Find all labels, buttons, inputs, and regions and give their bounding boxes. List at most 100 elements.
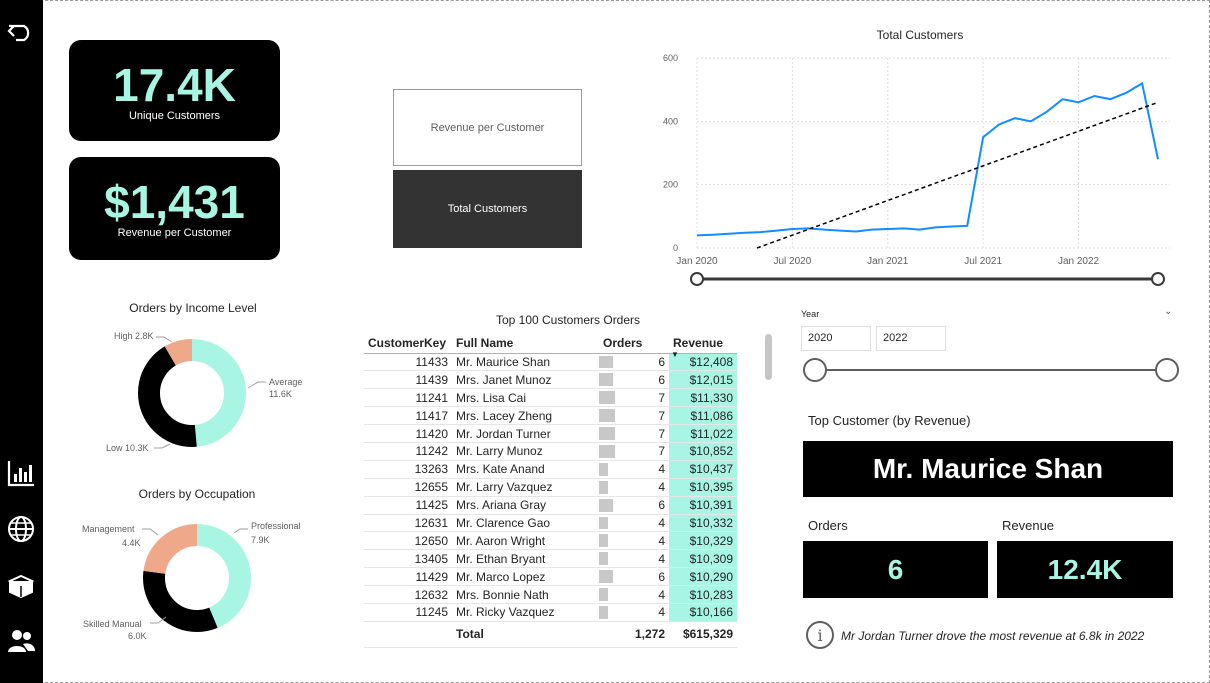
table-row[interactable]: 11242 Mr. Larry Munoz 7 $10,852 (364, 442, 737, 461)
cell-customerkey: 11245 (364, 603, 452, 622)
table-row[interactable]: 12655 Mr. Larry Vazquez 4 $10,395 (364, 478, 737, 497)
cell-revenue: $10,329 (669, 531, 737, 551)
cell-full-name: Mr. Maurice Shan (452, 353, 599, 372)
orders-databar (599, 409, 615, 423)
top-customer-name: Mr. Maurice Shan (803, 441, 1173, 497)
orders-databar (599, 462, 609, 476)
date-slider-end-handle[interactable] (1151, 272, 1165, 286)
cell-full-name: Mr. Jordan Turner (452, 424, 599, 443)
year-slider-end-handle[interactable] (1155, 358, 1179, 382)
table-row[interactable]: 12632 Mrs. Bonnie Nath 4 $10,283 (364, 585, 737, 604)
chevron-down-icon[interactable]: ⌄ (1164, 306, 1172, 317)
cell-full-name: Mrs. Bonnie Nath (452, 585, 599, 604)
insight-text: Mr Jordan Turner drove the most revenue … (841, 629, 1145, 643)
cell-orders: 7 (599, 388, 669, 408)
table-row[interactable]: 11433 Mr. Maurice Shan 6 $12,408 (364, 353, 737, 372)
table-row[interactable]: 11425 Mrs. Ariana Gray 6 $10,391 (364, 496, 737, 515)
total-customers-line-chart: 600 400 200 0 Jan 2020 Jul 2020 Jan 2021 Jul 20… (663, 53, 1170, 286)
table-row[interactable]: 11241 Mrs. Lisa Cai 7 $11,330 (364, 388, 737, 408)
year-slicer-label: Year (801, 309, 820, 319)
table-header-row: CustomerKey Full Name Orders Revenue ▼ (364, 333, 737, 359)
cell-customerkey: 11242 (364, 442, 452, 461)
bar-chart-icon[interactable] (4, 456, 38, 490)
cell-customerkey: 11433 (364, 353, 452, 372)
cell-full-name: Mrs. Lisa Cai (452, 388, 599, 408)
revenue-per-customer-button[interactable]: Revenue per Customer (393, 89, 582, 166)
revenue-per-customer-value: $1,431 (104, 176, 245, 228)
y-tick-label: 400 (663, 116, 678, 126)
top-customer-orders-label: Orders (808, 518, 848, 533)
col-full-name[interactable]: Full Name (452, 333, 599, 354)
cell-revenue: $10,852 (669, 442, 737, 461)
cell-orders: 6 (599, 567, 669, 587)
x-tick-label: Jan 2021 (867, 256, 909, 267)
cell-orders: 6 (599, 370, 669, 390)
globe-icon[interactable] (4, 512, 38, 546)
cell-full-name: Mr. Ricky Vazquez (452, 603, 599, 622)
series-line (696, 81, 1159, 237)
orders-databar (599, 373, 613, 387)
table-row[interactable]: 11439 Mrs. Janet Munoz 6 $12,015 (364, 370, 737, 390)
table-row[interactable]: 11429 Mr. Marco Lopez 6 $10,290 (364, 567, 737, 587)
unique-customers-card: 17.4K Unique Customers (69, 40, 280, 141)
cell-customerkey: 13263 (364, 460, 452, 479)
year-slider-track (815, 369, 1167, 371)
table-row[interactable]: 11417 Mrs. Lacey Zheng 7 $11,086 (364, 406, 737, 426)
year-from-input[interactable]: 2020 (801, 326, 871, 351)
table-row[interactable]: 11420 Mr. Jordan Turner 7 $11,022 (364, 424, 737, 443)
x-tick-label: Jul 2020 (773, 256, 811, 267)
donut-label-average-value: 11.6K (269, 389, 292, 399)
top-customer-orders-value: 6 (803, 541, 988, 598)
cell-customerkey: 11241 (364, 388, 452, 408)
orders-databar (599, 570, 613, 584)
total-customers-button[interactable]: Total Customers (393, 170, 582, 248)
cell-orders: 4 (599, 514, 669, 533)
table-row[interactable]: 13263 Mrs. Kate Anand 4 $10,437 (364, 460, 737, 479)
table-row[interactable]: 11245 Mr. Ricky Vazquez 4 $10,166 (364, 603, 737, 622)
cell-orders: 7 (599, 424, 669, 443)
date-slider-start-handle[interactable] (690, 272, 704, 286)
cell-full-name: Mr. Larry Munoz (452, 442, 599, 461)
cell-revenue: $10,309 (669, 549, 737, 569)
cell-orders: 6 (599, 496, 669, 515)
y-tick-label: 600 (663, 53, 678, 63)
cell-full-name: Mrs. Ariana Gray (452, 496, 599, 515)
year-to-input[interactable]: 2022 (876, 326, 946, 351)
cell-orders: 4 (599, 531, 669, 551)
cell-customerkey: 12632 (364, 585, 452, 604)
unique-customers-label: Unique Customers (128, 110, 221, 122)
cell-customerkey: 11417 (364, 406, 452, 426)
year-slider-start-handle[interactable] (803, 358, 827, 382)
cell-customerkey: 12631 (364, 514, 452, 533)
col-customerkey[interactable]: CustomerKey (364, 333, 452, 354)
table-row[interactable]: 13405 Mr. Ethan Bryant 4 $10,309 (364, 549, 737, 569)
users-icon[interactable] (4, 624, 38, 658)
cell-full-name: Mrs. Kate Anand (452, 460, 599, 479)
table-scrollbar[interactable] (765, 334, 772, 380)
sort-desc-icon: ▼ (671, 349, 679, 359)
orders-databar (599, 391, 615, 405)
income-donut-chart: High 2.8K Average 11.6K Low 10.3K (106, 331, 302, 453)
cell-orders: 6 (599, 353, 669, 372)
donut-label-skilled-manual-name: Skilled Manual (83, 619, 142, 629)
cell-revenue: $12,408 (669, 353, 737, 372)
col-orders[interactable]: Orders (599, 333, 669, 354)
x-tick-label: Jan 2022 (1058, 256, 1100, 267)
x-tick-label: Jul 2021 (964, 256, 1002, 267)
table-row[interactable]: 12650 Mr. Aaron Wright 4 $10,329 (364, 531, 737, 551)
top-customers-table: CustomerKey Full Name Orders Revenue ▼ 11… (364, 333, 737, 648)
cell-revenue: $10,290 (669, 567, 737, 587)
occupation-donut-title: Orders by Occupation (138, 487, 256, 501)
table-title: Top 100 Customers Orders (495, 313, 641, 327)
donut-label-average-name: Average (269, 377, 302, 387)
top-customer-title: Top Customer (by Revenue) (808, 413, 971, 428)
col-revenue[interactable]: Revenue ▼ (669, 333, 737, 359)
back-arrow-icon[interactable] (4, 14, 38, 48)
nav-sidebar (0, 0, 43, 683)
total-orders: 1,272 (599, 620, 669, 648)
box-icon[interactable] (4, 568, 38, 602)
cell-orders: 7 (599, 406, 669, 426)
income-donut-title: Orders by Income Level (129, 301, 257, 315)
table-total-row: Total 1,272 $615,329 (364, 620, 737, 648)
table-row[interactable]: 12631 Mr. Clarence Gao 4 $10,332 (364, 514, 737, 533)
